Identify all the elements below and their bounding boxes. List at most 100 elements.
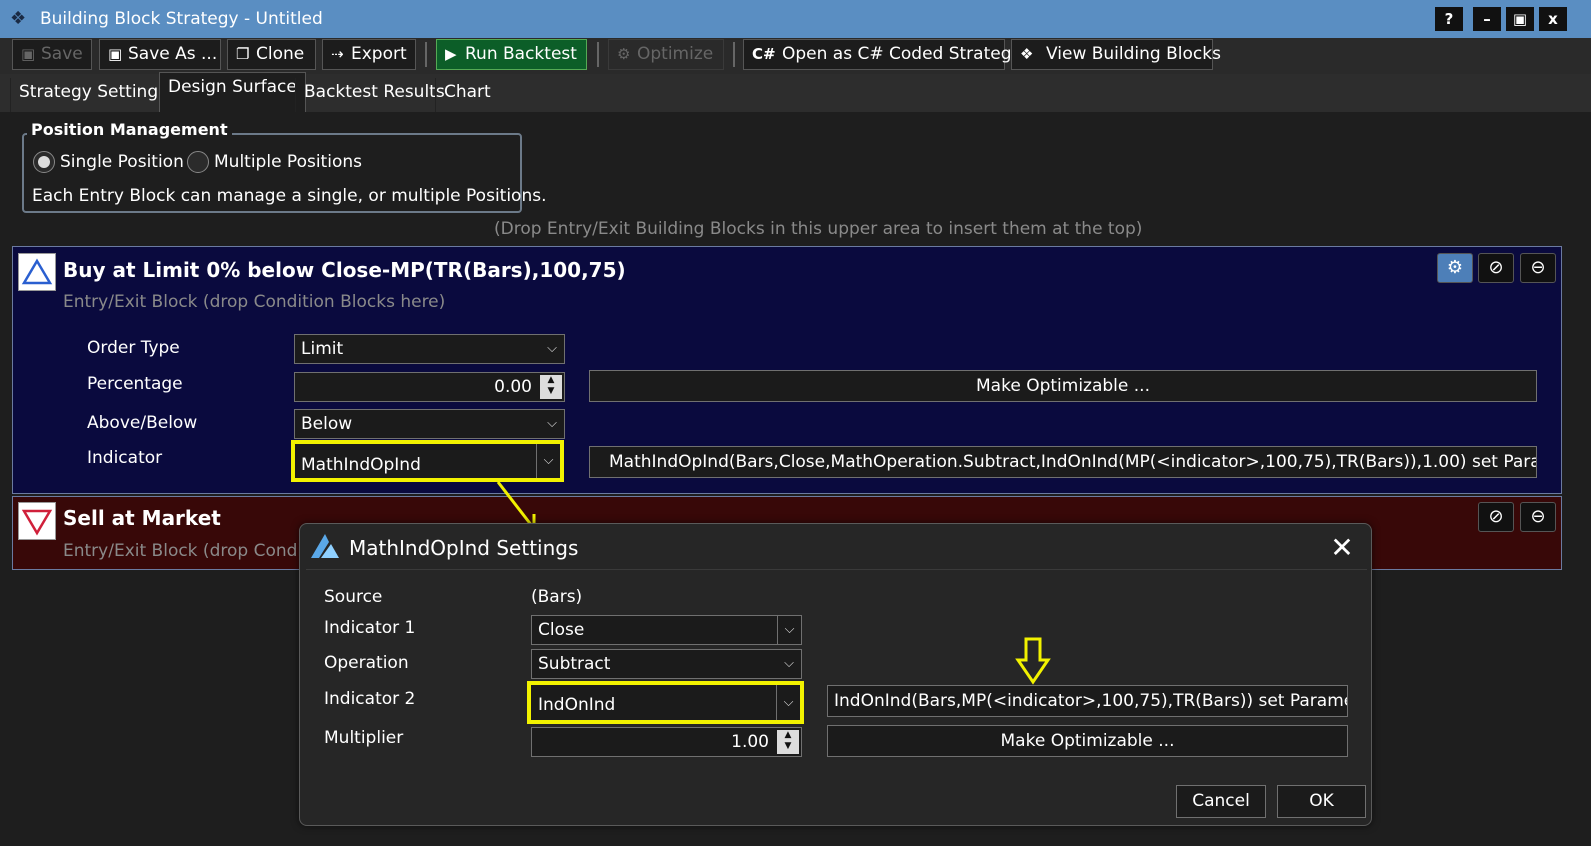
chevron-down-icon: ⌵ <box>776 685 800 720</box>
save-button[interactable]: ▣ Save <box>12 39 92 70</box>
run-backtest-button[interactable]: ▶ Run Backtest <box>436 39 587 70</box>
run-backtest-label: Run Backtest <box>465 44 577 64</box>
operation-label: Operation <box>324 653 409 673</box>
indicator1-label: Indicator 1 <box>324 618 416 638</box>
percentage-input[interactable]: 0.00 ▲ ▼ <box>294 372 565 402</box>
disable-block-button[interactable]: ⊘ <box>1478 502 1514 532</box>
single-position-label[interactable]: Single Position <box>60 152 184 172</box>
source-label: Source <box>324 587 383 607</box>
cancel-button[interactable]: Cancel <box>1176 785 1266 818</box>
multiplier-label: Multiplier <box>324 728 404 748</box>
above-below-label: Above/Below <box>87 413 198 433</box>
gear-icon: ⚙ <box>1446 257 1464 278</box>
make-optimizable-button[interactable]: Make Optimizable ... <box>589 370 1537 402</box>
minus-circle-icon: ⊖ <box>1530 257 1546 278</box>
indicator-select[interactable]: MathIndOpInd ⌵ <box>291 440 564 482</box>
tab-strategy-settings[interactable]: Strategy Settings <box>10 78 175 112</box>
dialog-title: MathIndOpInd Settings <box>349 536 579 560</box>
export-button[interactable]: ⇢ Export <box>322 39 416 70</box>
indicator-value: MathIndOpInd <box>301 455 421 475</box>
copy-icon: ❐ <box>236 45 250 63</box>
tab-chart[interactable]: Chart <box>435 78 499 112</box>
open-csharp-label: Open as C# Coded Strategy <box>782 44 1022 64</box>
view-building-blocks-button[interactable]: ❖ View Building Blocks <box>1011 39 1221 70</box>
tab-backtest-results[interactable]: Backtest Results <box>295 78 453 112</box>
sell-block-subtitle: Entry/Exit Block (drop Conditio <box>63 541 324 561</box>
single-position-radio[interactable] <box>33 151 55 173</box>
buy-triangle-icon <box>18 253 56 291</box>
order-type-label: Order Type <box>87 338 180 358</box>
remove-block-button[interactable]: ⊖ <box>1520 502 1556 532</box>
tab-design-surface[interactable]: Design Surface <box>159 72 306 112</box>
annotation-down-arrow-icon <box>1015 637 1051 685</box>
app-blocks-icon: ❖ <box>10 8 27 29</box>
remove-block-button[interactable]: ⊖ <box>1520 253 1556 283</box>
indicator1-value: Close <box>538 620 585 640</box>
position-management-description: Each Entry Block can manage a single, or… <box>32 186 547 206</box>
chevron-down-icon: ⌵ <box>547 341 557 356</box>
prohibit-icon: ⊘ <box>1488 257 1504 278</box>
clone-label: Clone <box>256 44 305 64</box>
multiple-positions-radio[interactable] <box>187 151 209 173</box>
blocks-icon: ❖ <box>1020 45 1034 63</box>
maximize-button[interactable]: ▣ <box>1506 7 1534 31</box>
minimize-button[interactable]: – <box>1473 7 1501 31</box>
multiplier-input[interactable]: 1.00 ▲ ▼ <box>531 727 802 757</box>
save-as-label: Save As ... <box>128 44 218 64</box>
operation-select[interactable]: Subtract ⌵ <box>531 649 802 679</box>
export-icon: ⇢ <box>331 45 344 63</box>
buy-block-title: Buy at Limit 0% below Close-MP(TR(Bars),… <box>63 258 626 282</box>
open-csharp-button[interactable]: C# Open as C# Coded Strategy <box>743 39 1022 70</box>
indicator-label: Indicator <box>87 448 163 468</box>
percentage-value: 0.00 <box>494 377 532 397</box>
indicator-parameters-button[interactable]: MathIndOpInd(Bars,Close,MathOperation.Su… <box>589 446 1537 478</box>
clone-button[interactable]: ❐ Clone <box>227 39 316 70</box>
multiplier-value: 1.00 <box>731 732 769 752</box>
above-below-value: Below <box>301 414 353 434</box>
chevron-down-icon: ⌵ <box>547 416 557 431</box>
view-blocks-label: View Building Blocks <box>1046 44 1221 64</box>
indicator1-select[interactable]: Close ⌵ <box>531 615 802 645</box>
optimize-button[interactable]: ⚙ Optimize <box>608 39 724 70</box>
order-type-value: Limit <box>301 339 344 359</box>
order-type-select[interactable]: Limit ⌵ <box>294 334 565 364</box>
optimize-label: Optimize <box>637 44 714 64</box>
help-button[interactable]: ? <box>1435 7 1463 31</box>
minus-circle-icon: ⊖ <box>1530 506 1546 527</box>
disable-block-button[interactable]: ⊘ <box>1478 253 1514 283</box>
sell-block-title: Sell at Market <box>63 506 221 530</box>
save-as-button[interactable]: ▣ Save As ... <box>99 39 221 70</box>
toolbar-separator <box>425 42 427 67</box>
window-title: Building Block Strategy - Untitled <box>40 9 323 29</box>
chevron-down-icon: ⌵ <box>777 616 801 644</box>
percentage-label: Percentage <box>87 374 183 394</box>
toolbar-separator <box>733 42 735 67</box>
spinner-icon[interactable]: ▲ ▼ <box>777 730 799 754</box>
toolbar-separator <box>597 42 599 67</box>
close-window-button[interactable]: x <box>1539 7 1567 31</box>
ok-button[interactable]: OK <box>1277 785 1366 818</box>
play-icon: ▶ <box>445 45 457 63</box>
dialog-close-icon[interactable]: ✕ <box>1328 531 1356 564</box>
indicator2-label: Indicator 2 <box>324 689 416 709</box>
spinner-icon[interactable]: ▲ ▼ <box>540 375 562 399</box>
indicator2-select[interactable]: IndOnInd ⌵ <box>527 681 804 724</box>
indicator2-value: IndOnInd <box>538 695 616 715</box>
export-label: Export <box>351 44 407 64</box>
floppy-icon: ▣ <box>108 45 123 63</box>
buy-block-subtitle: Entry/Exit Block (drop Condition Blocks … <box>63 292 446 312</box>
settings-gear-button[interactable]: ⚙ <box>1437 253 1473 283</box>
source-value: (Bars) <box>531 587 583 607</box>
indicator2-parameters-button[interactable]: IndOnInd(Bars,MP(<indicator>,100,75),TR(… <box>827 685 1348 717</box>
dialog-divider <box>306 569 1367 570</box>
floppy-icon: ▣ <box>21 45 36 63</box>
chevron-down-icon: ⌵ <box>536 444 560 478</box>
chevron-down-icon: ⌵ <box>784 656 794 671</box>
sell-triangle-icon <box>18 502 56 540</box>
csharp-icon: C# <box>752 45 776 63</box>
multiple-positions-label[interactable]: Multiple Positions <box>214 152 362 172</box>
dialog-make-optimizable-button[interactable]: Make Optimizable ... <box>827 725 1348 757</box>
above-below-select[interactable]: Below ⌵ <box>294 409 565 439</box>
drop-hint: (Drop Entry/Exit Building Blocks in this… <box>494 219 1143 239</box>
position-management-title: Position Management <box>27 120 232 139</box>
